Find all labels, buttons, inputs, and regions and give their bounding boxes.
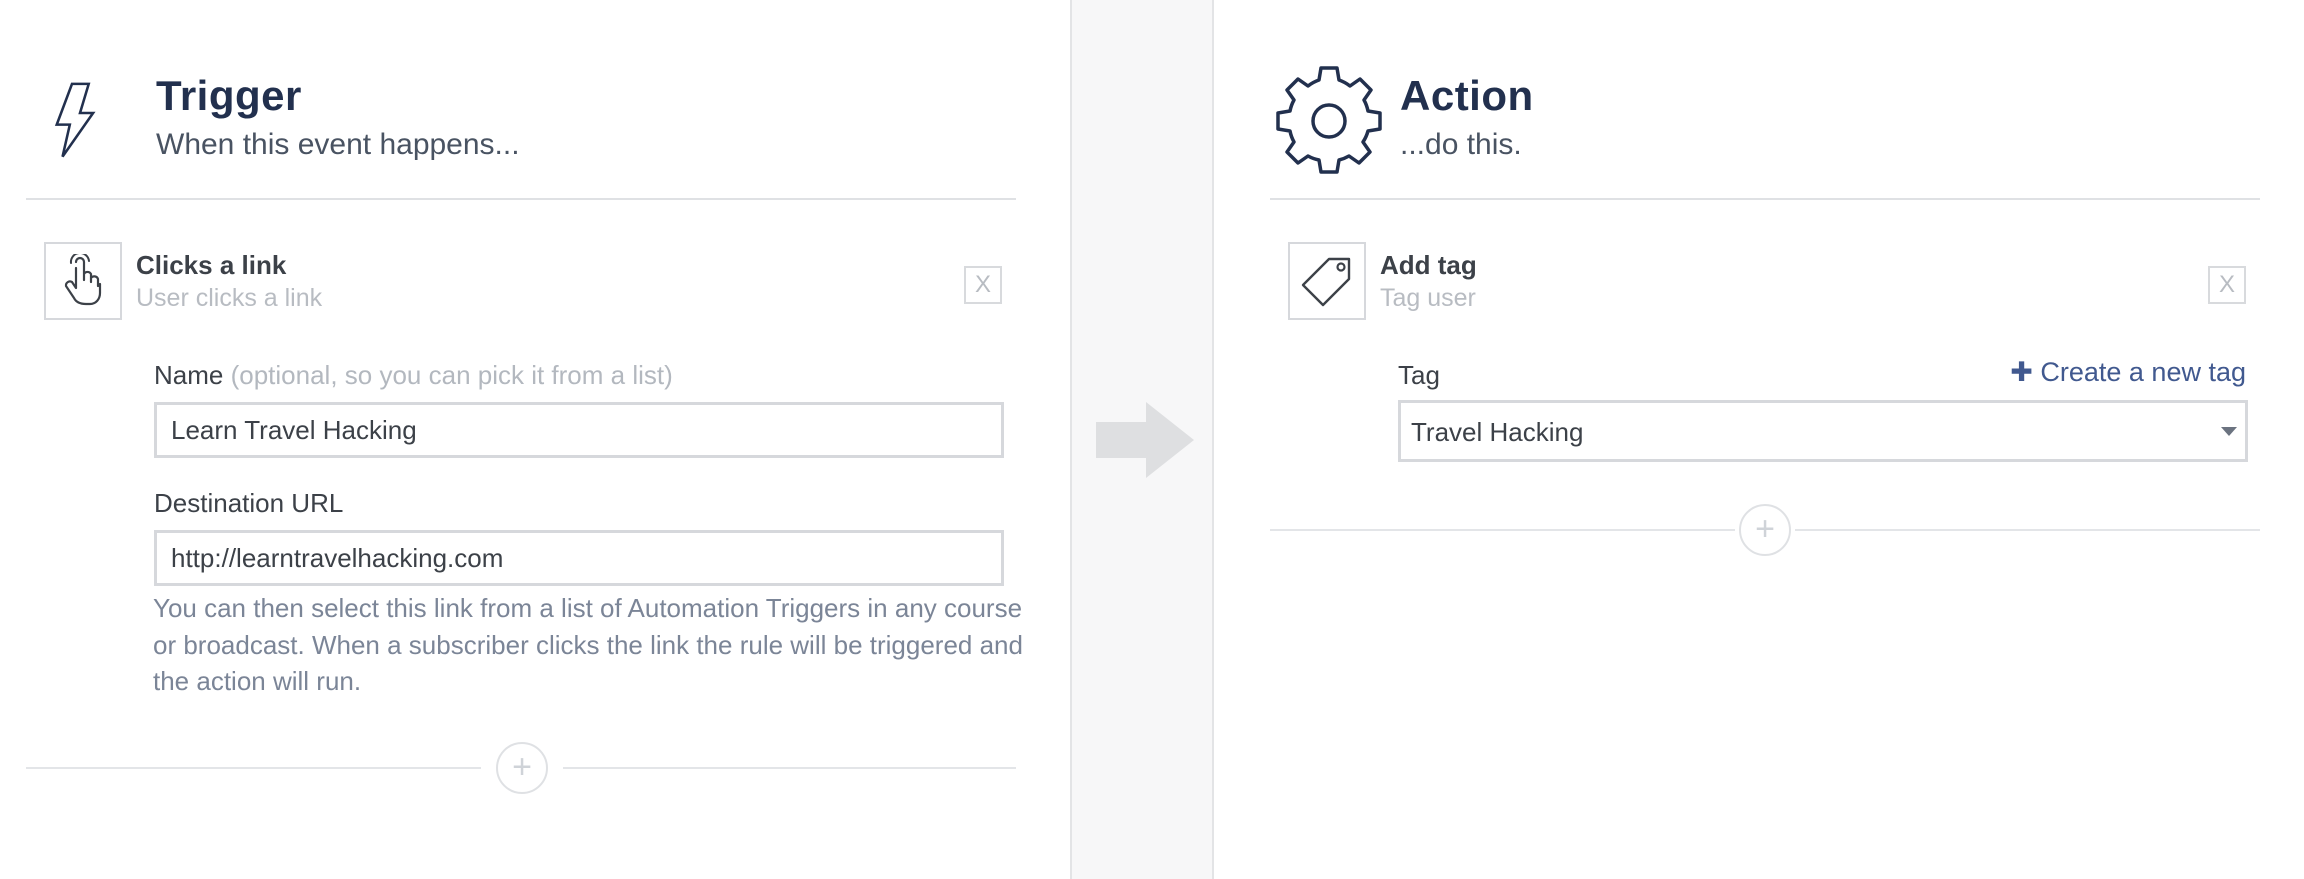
- trigger-item-icon-box: [44, 242, 122, 320]
- flow-divider: [1070, 0, 1214, 879]
- trigger-item-description: User clicks a link: [136, 284, 323, 312]
- action-add-divider-right: [1795, 529, 2260, 531]
- trigger-help-text: You can then select this link from a lis…: [153, 593, 1023, 696]
- tag-select-value: Travel Hacking: [1411, 417, 1584, 447]
- destination-url-input[interactable]: [154, 530, 1004, 586]
- create-new-tag-link[interactable]: ✚ Create a new tag: [2010, 357, 2246, 388]
- chevron-down-icon: [2221, 427, 2237, 436]
- action-item-title: Add tag: [1380, 250, 1477, 280]
- action-subtitle: ...do this.: [1400, 128, 1522, 161]
- trigger-title: Trigger: [156, 72, 302, 119]
- name-hint: (optional, so you can pick it from a lis…: [230, 360, 673, 390]
- add-trigger-button[interactable]: +: [496, 742, 548, 794]
- name-field-label: Name (optional, so you can pick it from …: [154, 360, 673, 391]
- action-item-description: Tag user: [1380, 284, 1476, 312]
- action-panel: Action ...do this. Add tag Tag user X Ta…: [1270, 0, 2260, 879]
- price-tag-icon: [1301, 257, 1351, 307]
- remove-action-button[interactable]: X: [2208, 266, 2246, 304]
- add-divider-left: [26, 767, 481, 769]
- lightning-bolt-icon: [54, 82, 96, 158]
- pointer-hand-icon: [64, 254, 102, 306]
- gear-icon: [1276, 66, 1382, 174]
- add-divider-right: [563, 767, 1016, 769]
- tag-field-label: Tag: [1398, 360, 1440, 390]
- action-add-divider-left: [1270, 529, 1735, 531]
- remove-trigger-button[interactable]: X: [964, 266, 1002, 304]
- action-header: Action ...do this.: [1270, 0, 2260, 200]
- tag-select[interactable]: Travel Hacking: [1398, 400, 2248, 462]
- action-title: Action: [1400, 72, 1534, 119]
- trigger-subtitle: When this event happens...: [156, 128, 520, 161]
- create-new-tag-label: Create a new tag: [2040, 357, 2246, 387]
- right-arrow-icon: [1096, 402, 1194, 478]
- trigger-item-title: Clicks a link: [136, 250, 287, 280]
- name-input[interactable]: [154, 402, 1004, 458]
- action-item-icon-box: [1288, 242, 1366, 320]
- trigger-panel: Trigger When this event happens... Click…: [26, 0, 1023, 879]
- add-action-button[interactable]: +: [1739, 504, 1791, 556]
- plus-icon: ✚: [2010, 357, 2033, 387]
- name-label: Name: [154, 360, 224, 390]
- trigger-header: Trigger When this event happens...: [26, 0, 1016, 200]
- url-field-label: Destination URL: [154, 488, 344, 518]
